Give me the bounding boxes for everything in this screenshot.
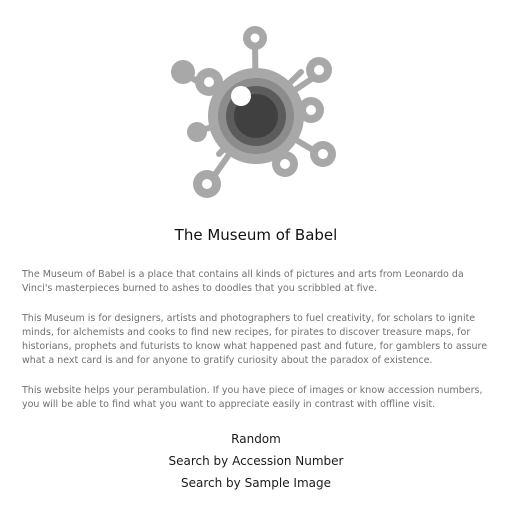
search-by-sample-image-link[interactable]: Search by Sample Image (0, 472, 512, 494)
description-paragraph: The Museum of Babel is a place that cont… (22, 269, 464, 294)
logo (0, 22, 512, 208)
description-paragraph: This Museum is for designers, artists an… (22, 313, 488, 366)
description-paragraph: This website helps your perambulation. I… (22, 385, 483, 410)
page-title: The Museum of Babel (174, 226, 338, 244)
search-by-accession-number-link[interactable]: Search by Accession Number (0, 450, 512, 472)
main-navigation: Random Search by Accession Number Search… (0, 428, 512, 494)
eye-virus-icon (171, 26, 336, 198)
description: The Museum of Babel is a place that cont… (22, 268, 492, 428)
random-link[interactable]: Random (0, 428, 512, 450)
